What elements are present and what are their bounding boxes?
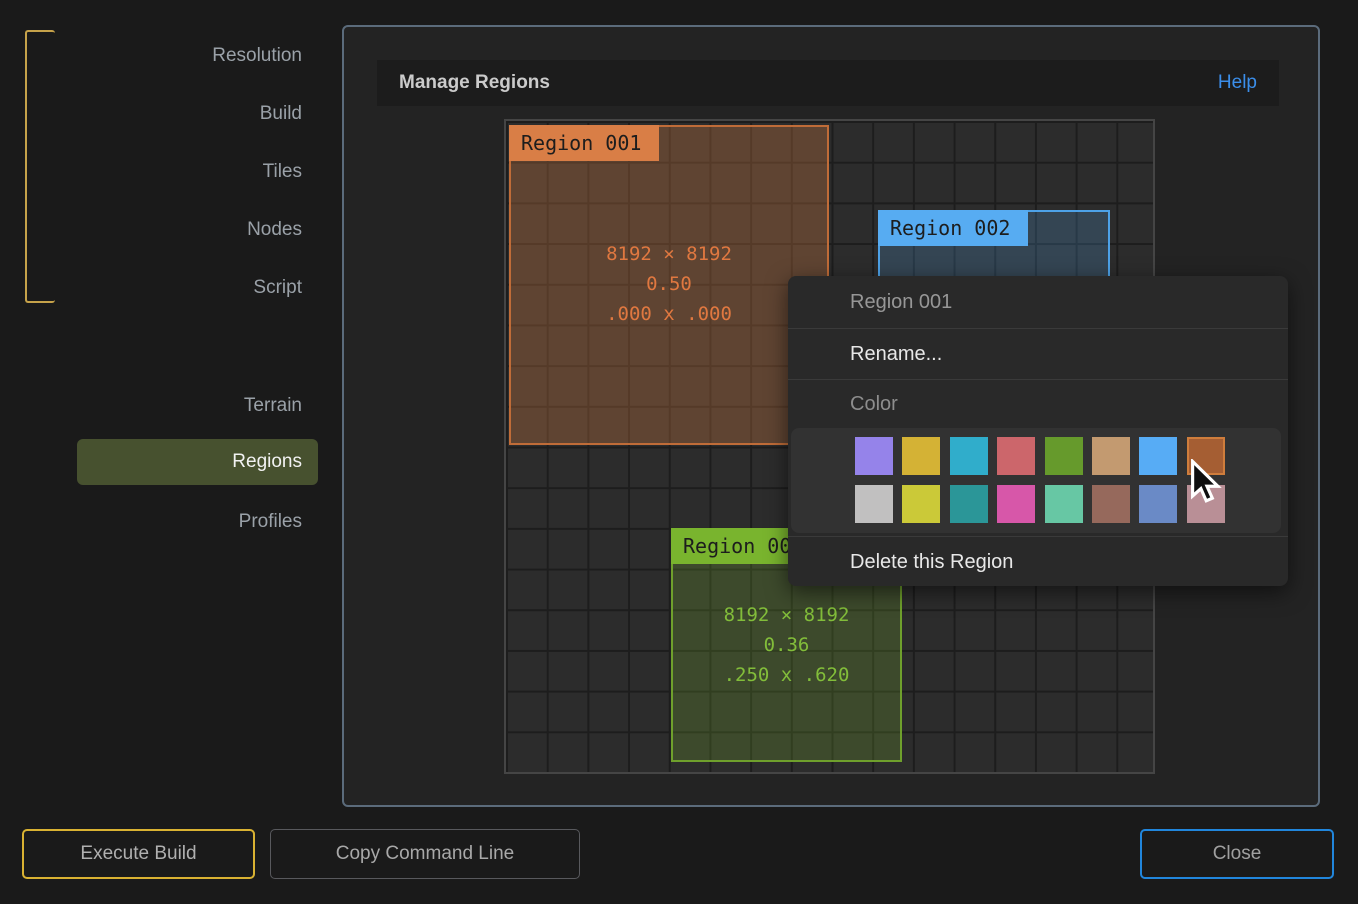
sidebar-item-profiles[interactable]: Profiles <box>0 508 302 536</box>
region-001[interactable]: Region 001 8192 × 8192 0.50 .000 x .000 <box>509 125 829 445</box>
region-offset: .000 x .000 <box>511 299 827 329</box>
close-button[interactable]: Close <box>1140 829 1334 879</box>
region-size: 8192 × 8192 <box>511 239 827 269</box>
color-swatch[interactable] <box>1045 437 1083 475</box>
menu-item-delete-region[interactable]: Delete this Region <box>788 537 1288 587</box>
copy-command-line-button[interactable]: Copy Command Line <box>270 829 580 879</box>
mouse-cursor-icon <box>1190 459 1222 504</box>
menu-item-rename[interactable]: Rename... <box>788 329 1288 379</box>
page-title: Manage Regions <box>399 72 550 94</box>
region-offset: .250 x .620 <box>673 660 900 690</box>
sidebar-item-nodes[interactable]: Nodes <box>0 216 302 244</box>
color-swatch[interactable] <box>950 437 988 475</box>
color-swatch[interactable] <box>902 485 940 523</box>
region-001-info: 8192 × 8192 0.50 .000 x .000 <box>511 239 827 329</box>
color-swatch[interactable] <box>902 437 940 475</box>
color-section-label: Color <box>788 380 1288 428</box>
region-scale: 0.50 <box>511 269 827 299</box>
sidebar-item-resolution[interactable]: Resolution <box>0 42 302 70</box>
sidebar-item-tiles[interactable]: Tiles <box>0 158 302 186</box>
region-001-label: Region 001 <box>509 125 659 161</box>
app-window: Resolution Build Tiles Nodes Script Terr… <box>0 0 1358 904</box>
sidebar-item-regions[interactable]: Regions <box>77 439 318 485</box>
color-swatch[interactable] <box>855 485 893 523</box>
region-003-info: 8192 × 8192 0.36 .250 x .620 <box>673 600 900 690</box>
color-swatch[interactable] <box>1139 437 1177 475</box>
color-swatch[interactable] <box>1045 485 1083 523</box>
color-swatch[interactable] <box>1139 485 1177 523</box>
region-size: 8192 × 8192 <box>673 600 900 630</box>
sidebar-item-script[interactable]: Script <box>0 274 302 302</box>
execute-build-button[interactable]: Execute Build <box>22 829 255 879</box>
color-swatch[interactable] <box>855 437 893 475</box>
color-swatch[interactable] <box>950 485 988 523</box>
region-002-label: Region 002 <box>878 210 1028 246</box>
color-swatch[interactable] <box>1092 485 1130 523</box>
color-swatch[interactable] <box>1092 437 1130 475</box>
sidebar-item-build[interactable]: Build <box>0 100 302 128</box>
region-scale: 0.36 <box>673 630 900 660</box>
color-swatch[interactable] <box>997 485 1035 523</box>
sidebar-item-terrain[interactable]: Terrain <box>0 392 302 420</box>
region-context-menu: Region 001 Rename... Color Delete this R… <box>788 276 1288 586</box>
panel-header: Manage Regions Help <box>377 60 1279 106</box>
color-swatch[interactable] <box>997 437 1035 475</box>
help-link[interactable]: Help <box>1218 72 1257 94</box>
context-menu-title: Region 001 <box>788 276 1288 328</box>
